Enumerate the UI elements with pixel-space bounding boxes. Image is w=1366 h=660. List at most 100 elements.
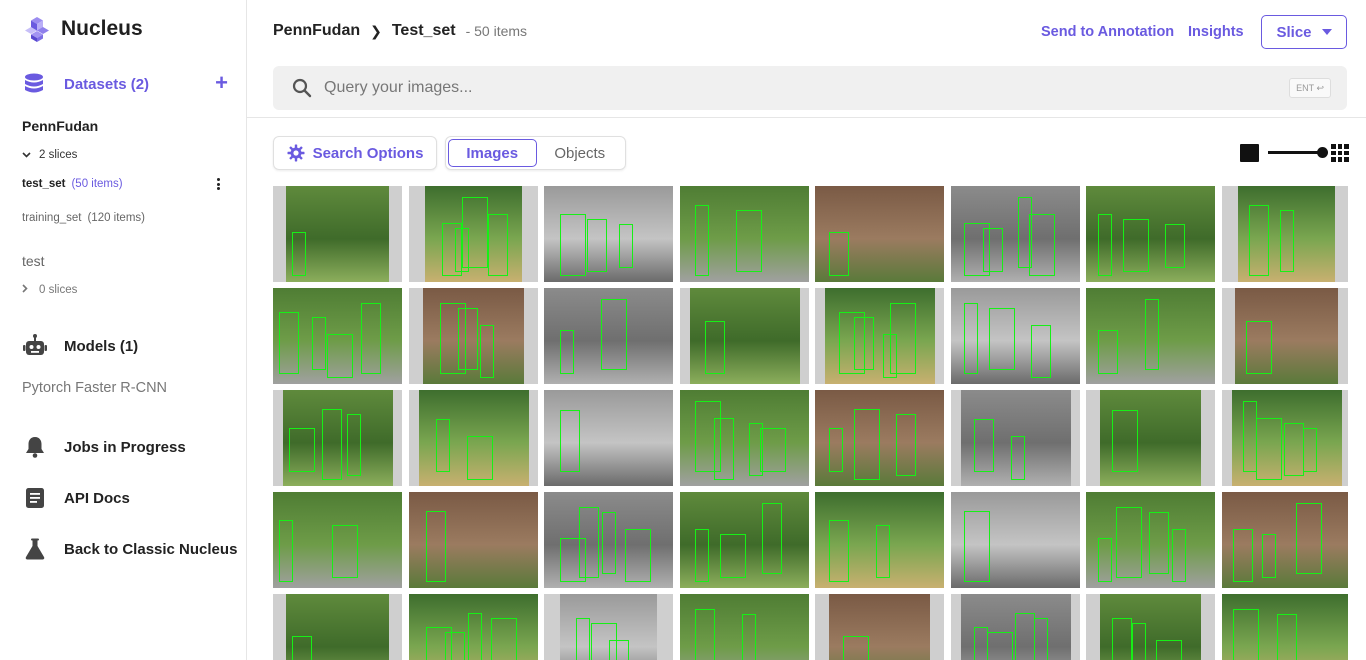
slices-toggle-label: 2 slices [39, 149, 78, 161]
sidebar-item-datasets[interactable]: Datasets (2) + [22, 71, 228, 97]
image-thumbnail[interactable] [273, 594, 402, 660]
image-thumbnail[interactable] [1086, 594, 1215, 660]
gear-icon [287, 144, 305, 162]
slice-dropdown-button[interactable]: Slice [1261, 15, 1347, 49]
bounding-box [890, 303, 916, 374]
image-thumbnail[interactable] [1222, 492, 1348, 588]
bounding-box [292, 636, 312, 660]
bounding-box [436, 419, 450, 472]
test-slices-label: 0 slices [39, 284, 78, 296]
image-thumbnail[interactable] [1222, 594, 1348, 660]
image-thumbnail[interactable] [680, 594, 809, 660]
bounding-box [560, 214, 586, 276]
slice-item-test-set[interactable]: test_set (50 items) [22, 178, 123, 190]
slider-track[interactable] [1268, 151, 1324, 154]
breadcrumb-dataset[interactable]: PennFudan [273, 22, 360, 40]
bounding-box [601, 299, 627, 370]
image-thumbnail[interactable] [951, 492, 1080, 588]
search-bar: ENT ↩ [273, 66, 1347, 110]
app-logo[interactable]: Nucleus [22, 14, 143, 44]
bounding-box [560, 330, 574, 374]
image-thumbnail[interactable] [409, 390, 538, 486]
image-thumbnail[interactable] [951, 186, 1080, 282]
test-slices-toggle[interactable]: 0 slices [22, 284, 77, 296]
sidebar-item-back-to-classic[interactable]: Back to Classic Nucleus [22, 536, 237, 562]
bounding-box [876, 525, 890, 578]
search-input[interactable] [324, 79, 1224, 97]
chevron-down-icon [22, 150, 31, 161]
image-thumbnail[interactable] [409, 492, 538, 588]
tab-images[interactable]: Images [448, 139, 537, 167]
bounding-box [1145, 299, 1159, 370]
bounding-box [1249, 205, 1269, 276]
dataset-test[interactable]: test [22, 253, 45, 269]
breadcrumb-slice[interactable]: Test_set [392, 22, 456, 40]
image-thumbnail[interactable] [544, 390, 673, 486]
image-thumbnail[interactable] [273, 288, 402, 384]
add-dataset-button[interactable]: + [215, 72, 228, 94]
image-thumbnail[interactable] [544, 288, 673, 384]
image-thumbnail[interactable] [951, 594, 1080, 660]
nucleus-logo-icon [25, 17, 49, 42]
bounding-box [1246, 321, 1272, 374]
bounding-box [1015, 613, 1035, 660]
image-thumbnail[interactable] [409, 594, 538, 660]
image-thumbnail[interactable] [815, 390, 944, 486]
image-thumbnail[interactable] [273, 390, 402, 486]
slice-item-training-set[interactable]: training_set (120 items) [22, 212, 145, 224]
bounding-box [327, 334, 353, 378]
image-thumbnail[interactable] [409, 186, 538, 282]
dataset-pennfudan[interactable]: PennFudan [22, 118, 98, 134]
image-thumbnail[interactable] [1222, 186, 1348, 282]
image-thumbnail[interactable] [1086, 390, 1215, 486]
bounding-box [312, 317, 326, 370]
large-thumbnail-icon[interactable] [1240, 144, 1259, 162]
image-thumbnail[interactable] [1086, 492, 1215, 588]
sidebar-item-api-docs[interactable]: API Docs [22, 485, 130, 511]
bounding-box [332, 525, 358, 578]
more-options-icon[interactable] [213, 176, 223, 192]
bounding-box [468, 613, 482, 660]
image-thumbnail[interactable] [273, 186, 402, 282]
bounding-box [609, 640, 629, 660]
image-thumbnail[interactable] [815, 288, 944, 384]
bounding-box [1116, 507, 1142, 578]
image-thumbnail[interactable] [409, 288, 538, 384]
image-thumbnail[interactable] [815, 186, 944, 282]
image-thumbnail[interactable] [815, 594, 944, 660]
app-name: Nucleus [61, 17, 143, 40]
image-thumbnail[interactable] [544, 594, 673, 660]
image-thumbnail[interactable] [680, 186, 809, 282]
image-thumbnail[interactable] [680, 288, 809, 384]
bounding-box [896, 414, 916, 476]
tab-objects[interactable]: Objects [537, 139, 624, 167]
bounding-box [695, 205, 709, 276]
search-options-button[interactable]: Search Options [273, 136, 437, 170]
image-thumbnail[interactable] [273, 492, 402, 588]
bounding-box [1098, 538, 1112, 582]
image-thumbnail[interactable] [680, 390, 809, 486]
grid-view-icon[interactable] [1331, 144, 1349, 162]
sidebar-item-models[interactable]: Models (1) [22, 333, 138, 359]
sidebar-item-jobs[interactable]: Jobs in Progress [22, 434, 186, 460]
image-thumbnail[interactable] [680, 492, 809, 588]
send-to-annotation-link[interactable]: Send to Annotation [1041, 24, 1174, 40]
image-thumbnail[interactable] [951, 390, 1080, 486]
bounding-box [1132, 623, 1146, 660]
model-item[interactable]: Pytorch Faster R-CNN [22, 380, 167, 396]
image-thumbnail[interactable] [1222, 390, 1348, 486]
image-thumbnail[interactable] [951, 288, 1080, 384]
bounding-box [829, 428, 843, 472]
image-thumbnail[interactable] [815, 492, 944, 588]
slider-handle[interactable] [1317, 147, 1328, 158]
image-thumbnail[interactable] [544, 186, 673, 282]
image-thumbnail[interactable] [544, 492, 673, 588]
image-thumbnail[interactable] [1086, 186, 1215, 282]
thumbnail-size-slider[interactable] [1240, 144, 1349, 162]
image-thumbnail[interactable] [1222, 288, 1348, 384]
slices-toggle[interactable]: 2 slices [22, 149, 77, 161]
bounding-box [1149, 512, 1169, 574]
image-thumbnail[interactable] [1086, 288, 1215, 384]
bounding-box [1277, 614, 1297, 660]
insights-link[interactable]: Insights [1188, 24, 1244, 40]
